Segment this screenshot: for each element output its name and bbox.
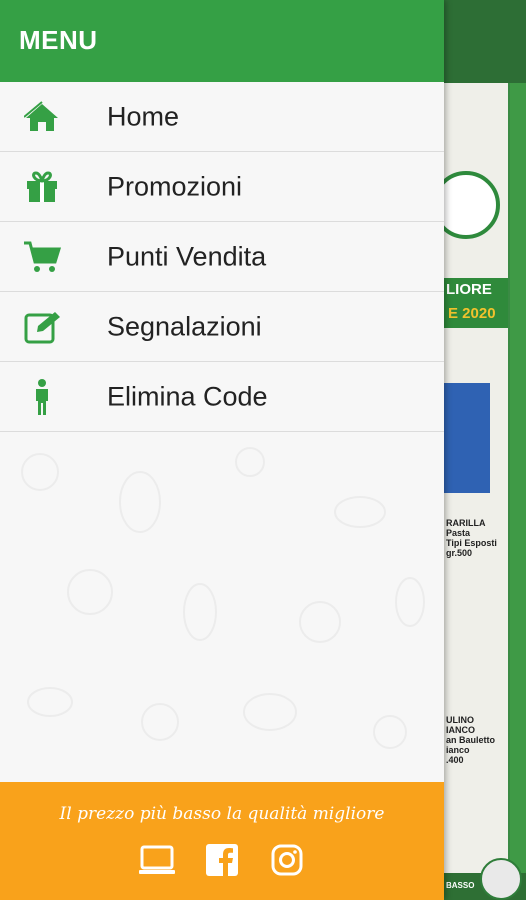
background-pattern xyxy=(21,447,425,749)
edit-icon xyxy=(22,309,62,345)
navigation-drawer: MENU Home Promozioni Punti Vendita Segna… xyxy=(0,0,444,900)
background-app: LIORE E 2020 RARILLA Pasta Tipi Esposti … xyxy=(444,0,526,900)
menu-item-home[interactable]: Home xyxy=(0,82,444,152)
menu-item-label: Home xyxy=(107,101,180,131)
drawer-header: MENU xyxy=(0,0,444,82)
facebook-icon[interactable] xyxy=(204,842,240,878)
product-image xyxy=(444,383,490,493)
menu-item-label: Promozioni xyxy=(107,171,243,201)
tablet-icon[interactable] xyxy=(139,842,175,878)
menu-item-label: Segnalazioni xyxy=(107,311,262,341)
menu-item-punti-vendita[interactable]: Punti Vendita xyxy=(0,222,444,292)
drawer-footer: Il prezzo più basso la qualità migliore xyxy=(0,782,444,900)
gift-icon xyxy=(22,169,62,205)
flyer-banner: LIORE E 2020 xyxy=(444,278,508,328)
menu-item-elimina-code[interactable]: Elimina Code xyxy=(0,362,444,432)
product-text: ULINO IANCO an Bauletto ianco .400 xyxy=(446,715,496,765)
menu-item-segnalazioni[interactable]: Segnalazioni xyxy=(0,292,444,362)
flyer-page[interactable]: LIORE E 2020 RARILLA Pasta Tipi Esposti … xyxy=(444,83,508,873)
product-text: RARILLA Pasta Tipi Esposti gr.500 xyxy=(446,518,497,558)
home-icon xyxy=(22,99,62,135)
menu-item-label: Punti Vendita xyxy=(107,241,267,271)
menu-list: Home Promozioni Punti Vendita Segnalazio… xyxy=(0,82,444,432)
cart-icon xyxy=(22,239,62,275)
store-logo xyxy=(444,171,500,239)
background-app-bar xyxy=(444,0,526,83)
piggy-bank-icon[interactable] xyxy=(480,858,522,900)
menu-item-promozioni[interactable]: Promozioni xyxy=(0,152,444,222)
social-links xyxy=(0,842,444,878)
slogan: Il prezzo più basso la qualità migliore xyxy=(59,804,385,824)
person-icon xyxy=(22,378,62,415)
drawer-title: MENU xyxy=(19,24,98,55)
menu-item-label: Elimina Code xyxy=(107,381,268,411)
instagram-icon[interactable] xyxy=(269,842,305,878)
decorative-strip xyxy=(510,83,526,900)
